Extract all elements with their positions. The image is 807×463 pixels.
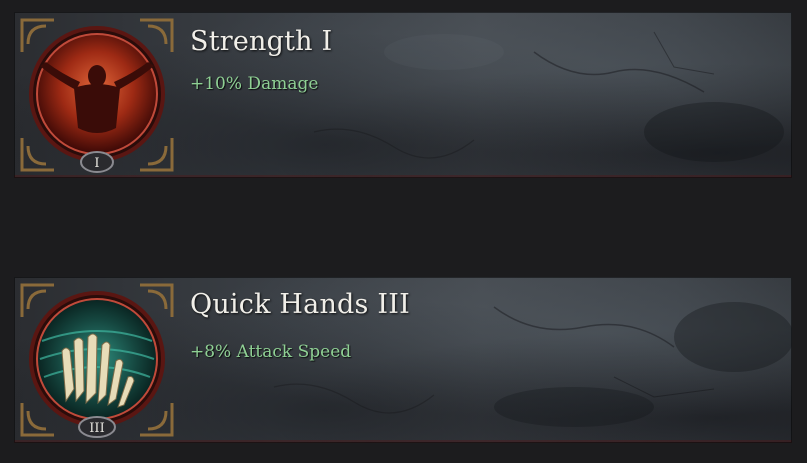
perk-title: Strength I — [190, 26, 333, 57]
perk-list: I Strength I +10% Damage III Quick Hands… — [0, 0, 807, 463]
perk-title: Quick Hands III — [190, 289, 410, 320]
perk-effect: +8% Attack Speed — [190, 342, 352, 362]
strength-emblem: I — [20, 18, 174, 173]
rank-numeral: III — [89, 421, 104, 436]
quick-hands-emblem: III — [20, 283, 174, 438]
rank-numeral: I — [94, 156, 99, 171]
perk-card-quick-hands[interactable]: III Quick Hands III +8% Attack Speed — [14, 277, 792, 443]
perk-effect: +10% Damage — [190, 74, 319, 94]
perk-card-strength[interactable]: I Strength I +10% Damage — [14, 12, 792, 178]
